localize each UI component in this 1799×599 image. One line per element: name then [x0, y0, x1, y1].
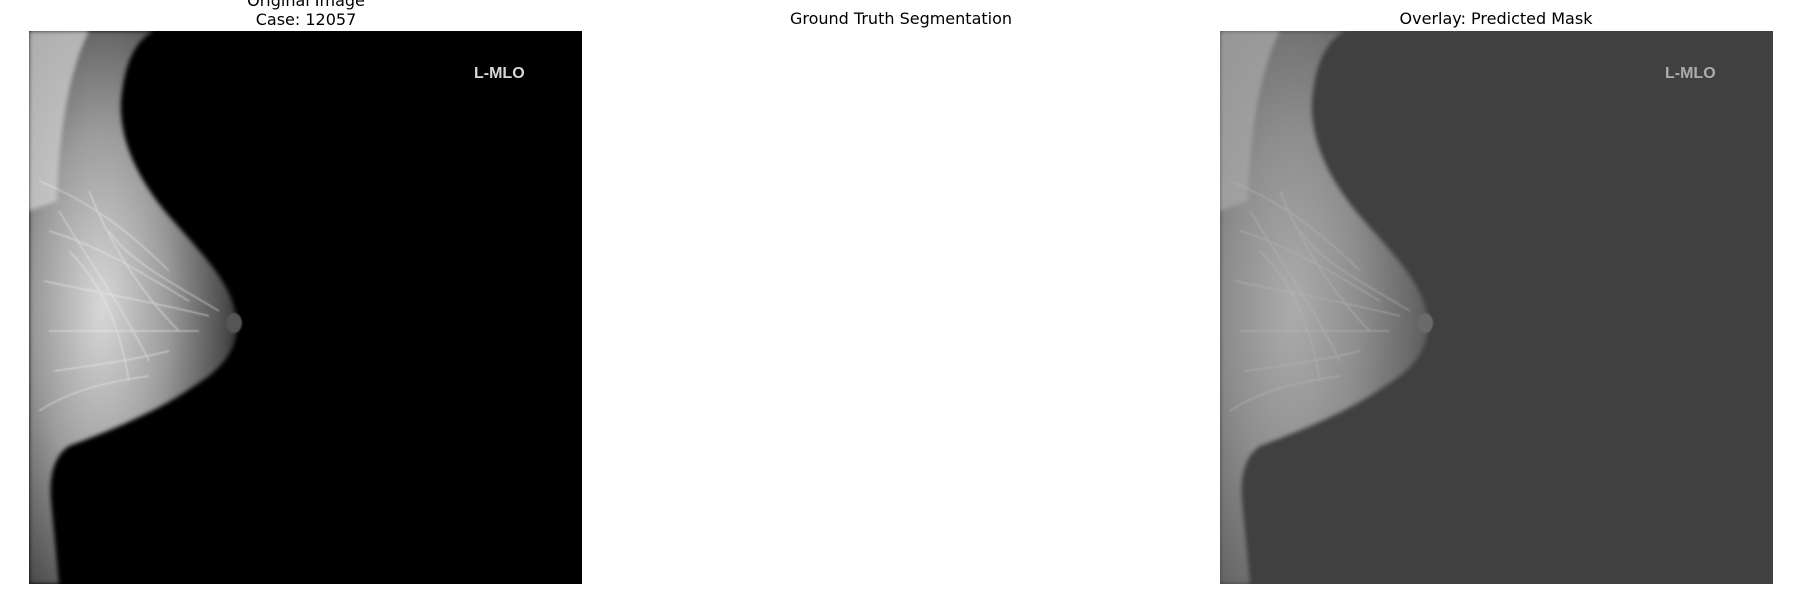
ground-truth-title: Ground Truth Segmentation — [789, 9, 1013, 28]
case-label: Case: 12057 — [255, 10, 357, 29]
original-image-title-line1: Original Image — [247, 0, 365, 10]
overlay-image: L-MLO — [1220, 31, 1773, 584]
mammogram-graphic: L-MLO — [29, 31, 582, 584]
overlay-graphic: L-MLO — [1220, 31, 1773, 584]
ground-truth-mask-image — [625, 31, 1178, 584]
original-image-title: Original Image Case: 12057 — [30, 0, 582, 29]
view-label-original: L-MLO — [474, 65, 525, 82]
overlay-title: Overlay: Predicted Mask — [1399, 9, 1593, 28]
original-mammogram-image: L-MLO — [29, 31, 582, 584]
